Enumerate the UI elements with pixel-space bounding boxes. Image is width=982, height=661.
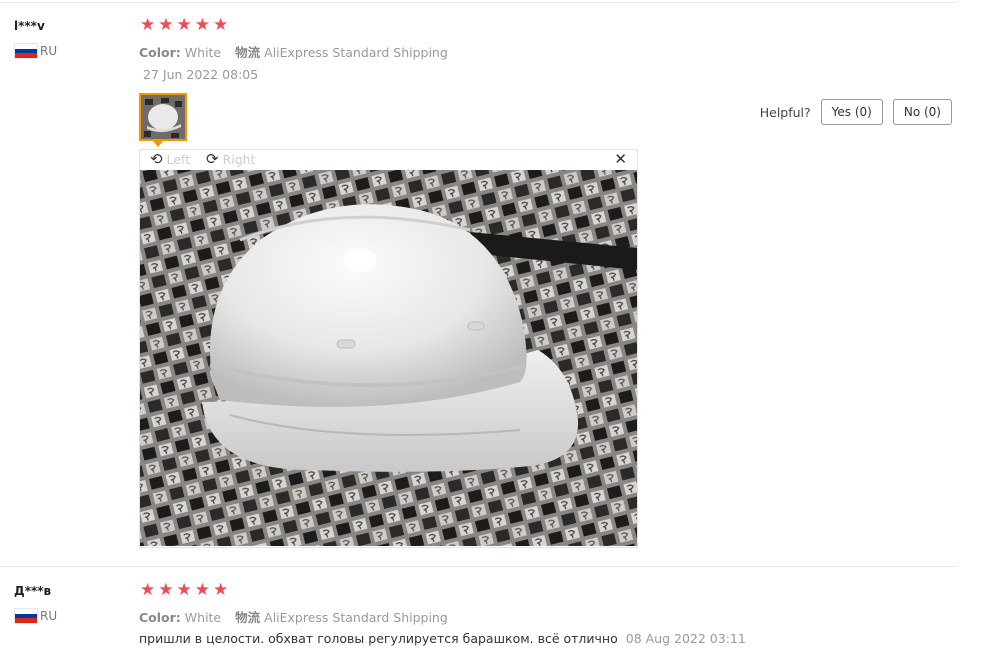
reviewer-name: l***v	[14, 19, 45, 33]
star-icon: ★	[194, 15, 210, 35]
order-info: Color: White 物流 AliExpress Standard Shipp…	[139, 42, 448, 61]
review-text: пришли в целости. обхват головы регулиру…	[139, 631, 618, 646]
review-photo-thumbnail[interactable]	[139, 93, 187, 141]
star-icon: ★	[176, 15, 192, 35]
review-date: 08 Aug 2022 03:11	[625, 631, 746, 646]
shipping-value: AliExpress Standard Shipping	[264, 610, 448, 625]
rating-stars: ★ ★ ★ ★ ★	[140, 17, 228, 34]
reviewer-country: RU	[14, 608, 57, 624]
rotate-left-label: Left	[166, 151, 191, 167]
color-label: Color:	[139, 45, 181, 60]
rotate-left-button[interactable]: ⟲ Left	[150, 151, 190, 167]
rotate-right-button[interactable]: ⟳ Right	[206, 151, 256, 167]
star-icon: ★	[158, 15, 174, 35]
star-icon: ★	[176, 580, 192, 600]
helpful-yes-button[interactable]: Yes (0)	[820, 99, 883, 125]
review-divider	[0, 566, 958, 567]
review-body: пришли в целости. обхват головы регулиру…	[139, 631, 746, 646]
rating-stars: ★ ★ ★ ★ ★	[140, 582, 228, 599]
helpful-votes: Helpful? Yes (0) No (0)	[760, 99, 952, 125]
star-icon: ★	[213, 580, 229, 600]
shipping-label: 物流	[235, 45, 261, 60]
photo-viewer: ⟲ Left ⟳ Right ✕	[139, 149, 638, 548]
russia-flag-icon	[14, 608, 38, 624]
helpful-label: Helpful?	[759, 104, 811, 120]
shipping-label: 物流	[235, 610, 261, 625]
helpful-no-button[interactable]: No (0)	[892, 99, 952, 125]
color-value: White	[184, 610, 222, 625]
color-value: White	[184, 45, 222, 60]
star-icon: ★	[158, 580, 174, 600]
close-icon[interactable]: ✕	[614, 151, 627, 167]
star-icon: ★	[140, 15, 156, 35]
color-label: Color:	[139, 610, 181, 625]
thumbnail-pointer	[153, 141, 163, 147]
review-date: 27 Jun 2022 08:05	[143, 67, 259, 82]
country-code: RU	[40, 44, 58, 58]
rotate-right-label: Right	[222, 151, 256, 167]
shipping-value: AliExpress Standard Shipping	[264, 45, 448, 60]
review-divider-top	[0, 2, 958, 3]
star-icon: ★	[140, 580, 156, 600]
review-photo-large	[140, 170, 637, 546]
country-code: RU	[40, 609, 58, 623]
reviewer-country: RU	[14, 43, 57, 59]
russia-flag-icon	[14, 43, 38, 59]
star-icon: ★	[194, 580, 210, 600]
rotate-left-icon: ⟲	[150, 150, 163, 168]
reviewer-name: Д***в	[14, 584, 52, 598]
photo-viewer-toolbar: ⟲ Left ⟳ Right ✕	[140, 150, 637, 170]
order-info: Color: White 物流 AliExpress Standard Shipp…	[139, 607, 448, 626]
star-icon: ★	[213, 15, 229, 35]
rotate-right-icon: ⟳	[206, 150, 219, 168]
